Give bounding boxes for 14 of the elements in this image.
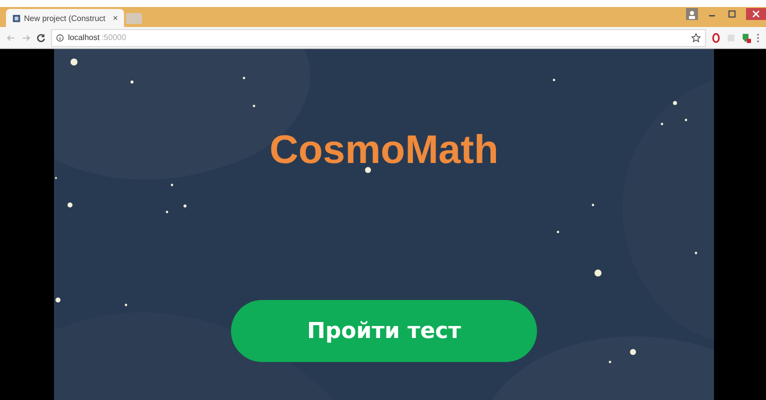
restore-icon[interactable] [726, 8, 738, 20]
browser-tab[interactable]: New project (Construct × [6, 9, 124, 27]
info-icon [56, 34, 64, 42]
shield-icon[interactable] [741, 32, 751, 42]
user-icon[interactable] [686, 8, 698, 20]
page-icon [12, 14, 21, 22]
game-title: CosmoMath [270, 128, 498, 173]
menu-icon[interactable] [756, 32, 760, 42]
reload-icon[interactable] [36, 32, 46, 42]
close-icon[interactable]: × [112, 13, 118, 23]
tab-title: New project (Construct [24, 14, 106, 22]
close-icon[interactable] [746, 8, 766, 20]
star-icon[interactable] [691, 32, 701, 42]
address-bar[interactable]: localhost :50000 [51, 28, 706, 46]
